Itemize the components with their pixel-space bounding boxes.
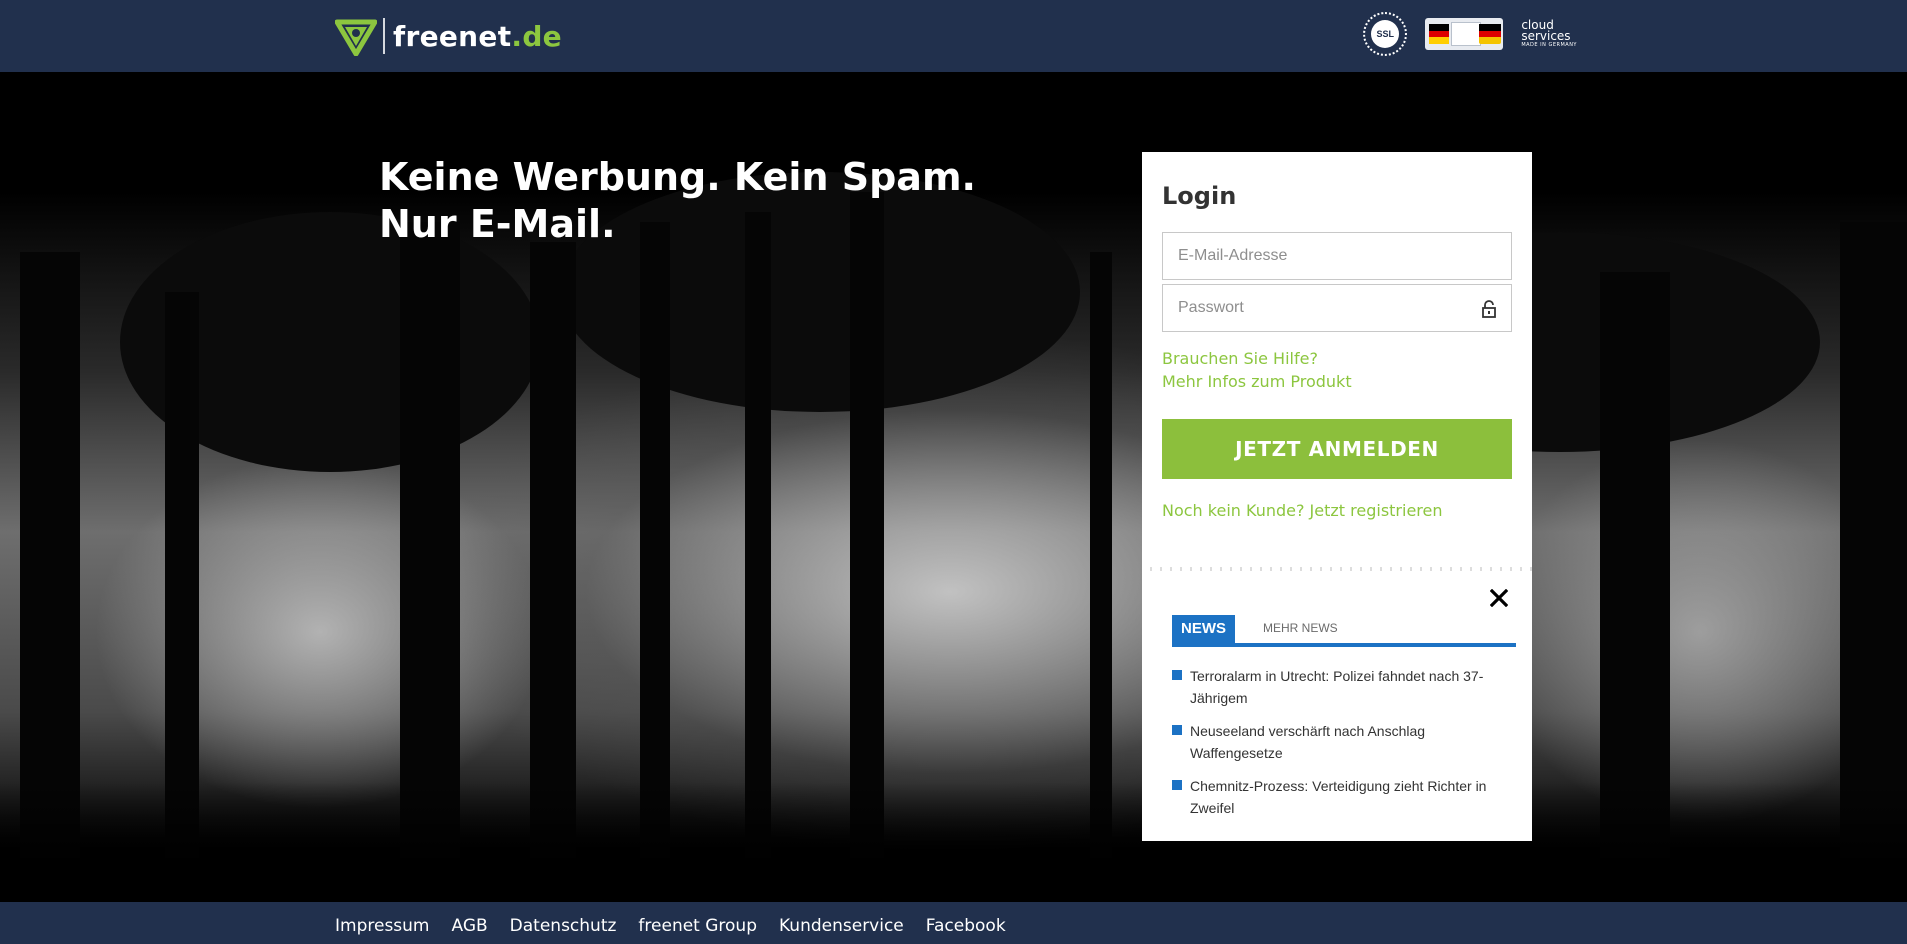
headline-line-1: Keine Werbung. Kein Spam. [379, 155, 976, 199]
hero-background-forest: Keine Werbung. Kein Spam. Nur E-Mail. [0, 72, 1907, 902]
news-item[interactable]: Neuseeland verschärft nach Anschlag Waff… [1172, 720, 1516, 764]
footer: Impressum AGB Datenschutz freenet Group … [0, 902, 1907, 944]
freenet-logo[interactable]: freenet.de [335, 16, 562, 56]
login-submit-button[interactable]: JETZT ANMELDEN [1162, 419, 1512, 479]
footer-link-facebook[interactable]: Facebook [926, 916, 1006, 936]
tab-more-news[interactable]: MEHR NEWS [1235, 621, 1338, 643]
product-info-link[interactable]: Mehr Infos zum Produkt [1162, 370, 1512, 393]
help-link[interactable]: Brauchen Sie Hilfe? [1162, 347, 1512, 370]
bullet-square-icon [1172, 670, 1182, 680]
top-header: freenet.de SSL cloud services MADE IN GE… [0, 0, 1907, 72]
register-link[interactable]: Noch kein Kunde? Jetzt registrieren [1162, 501, 1512, 520]
headline-line-2: Nur E-Mail. [379, 202, 616, 246]
news-tabs: NEWS MEHR NEWS [1172, 615, 1516, 647]
tab-news[interactable]: NEWS [1172, 615, 1235, 643]
footer-nav: Impressum AGB Datenschutz freenet Group … [335, 916, 1006, 936]
news-item[interactable]: Terroralarm in Utrecht: Polizei fahndet … [1172, 665, 1516, 709]
news-list: Terroralarm in Utrecht: Polizei fahndet … [1172, 665, 1516, 819]
bullet-square-icon [1172, 725, 1182, 735]
logo-text: freenet.de [393, 19, 562, 53]
unlock-icon[interactable] [1481, 300, 1497, 318]
ssl-badge-icon: SSL [1363, 12, 1408, 56]
footer-link-freenet-group[interactable]: freenet Group [638, 916, 757, 936]
login-help-links: Brauchen Sie Hilfe? Mehr Infos zum Produ… [1162, 347, 1512, 393]
news-panel: NEWS MEHR NEWS Terroralarm in Utrecht: P… [1142, 567, 1532, 841]
email-made-in-germany-badge-icon [1425, 18, 1504, 50]
email-field-wrapper [1162, 232, 1512, 280]
hero-headline: Keine Werbung. Kein Spam. Nur E-Mail. [379, 154, 976, 248]
close-icon[interactable] [1490, 589, 1508, 607]
footer-link-agb[interactable]: AGB [452, 916, 488, 936]
cloud-services-badge: cloud services MADE IN GERMANY [1521, 17, 1577, 48]
news-item[interactable]: Chemnitz-Prozess: Verteidigung zieht Ric… [1172, 775, 1516, 819]
news-panel-tear-edge [1142, 567, 1532, 571]
footer-link-datenschutz[interactable]: Datenschutz [510, 916, 617, 936]
email-input[interactable] [1163, 233, 1511, 279]
password-field-wrapper [1162, 284, 1512, 332]
footer-link-kundenservice[interactable]: Kundenservice [779, 916, 904, 936]
login-title: Login [1162, 182, 1237, 210]
login-form: Login Brauchen Sie Hilfe? Mehr Infos zum… [1142, 152, 1532, 567]
freenet-logo-icon [335, 19, 377, 56]
trust-badges: SSL cloud services MADE IN GERMANY [1363, 12, 1577, 56]
password-input[interactable] [1163, 285, 1511, 331]
footer-link-impressum[interactable]: Impressum [335, 916, 430, 936]
logo-separator [383, 18, 385, 54]
bullet-square-icon [1172, 780, 1182, 790]
